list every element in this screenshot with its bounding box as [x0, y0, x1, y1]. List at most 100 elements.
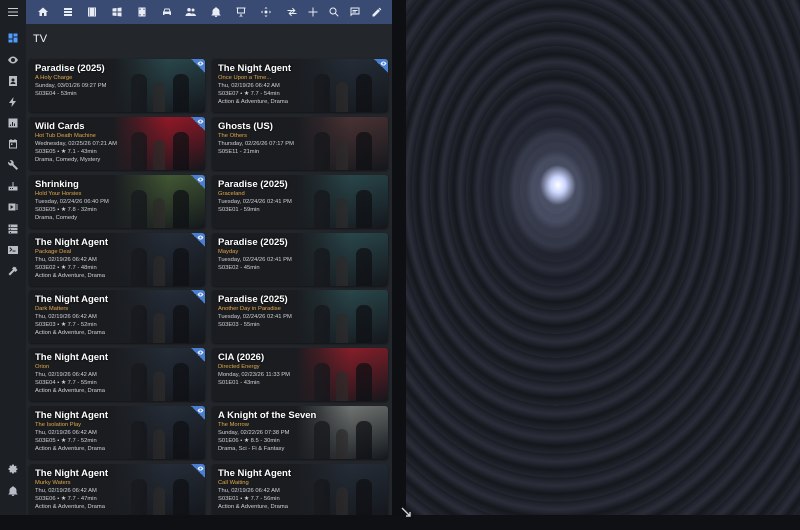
episode-card[interactable]: Wild Cards Hot Tub Death Machine Wednesday… — [29, 117, 205, 170]
episode-card[interactable]: Shrinking Hold Your Horsies Tuesday, 02/24… — [29, 175, 205, 228]
air-date: Thu, 02/19/26 06:42 AM — [35, 314, 97, 320]
wrench-icon[interactable] — [4, 156, 22, 174]
pencil-icon[interactable] — [368, 3, 386, 21]
episode-genres: Action & Adventure, Drama — [35, 388, 105, 394]
bell-icon[interactable] — [207, 3, 225, 21]
home-icon[interactable] — [34, 3, 52, 21]
gamepad-icon[interactable] — [257, 3, 275, 21]
video-icon[interactable] — [133, 3, 151, 21]
list-icon[interactable] — [59, 3, 77, 21]
desktop-wallpaper — [406, 0, 800, 515]
episode-name: Graceland — [218, 191, 245, 197]
episode-card[interactable]: Ghosts (US) The Others Thursday, 02/26/26 … — [212, 117, 388, 170]
episode-card[interactable]: The Night Agent The Isolation Play Thu, 02… — [29, 406, 205, 459]
server-icon[interactable] — [4, 220, 22, 238]
episode-genres: Action & Adventure, Drama — [35, 273, 105, 279]
episode-info: S03E01 • ★ 7.7 - 56min — [218, 496, 280, 502]
air-date: Wednesday, 02/25/26 07:21 AM — [35, 141, 117, 147]
episode-card[interactable]: A Knight of the Seven The Morrow Sunday, 0… — [212, 406, 388, 459]
episode-card[interactable]: CIA (2026) Directed Energy Monday, 02/23/2… — [212, 348, 388, 401]
dashboard-icon[interactable] — [4, 29, 22, 47]
episode-info: S03E02 - 45min — [218, 265, 260, 271]
people-icon[interactable] — [182, 3, 200, 21]
router-icon[interactable] — [4, 177, 22, 195]
search-icon[interactable] — [325, 3, 343, 21]
episode-genres: Action & Adventure, Drama — [218, 504, 288, 510]
episode-info: S03E07 • ★ 7.7 - 54min — [218, 91, 280, 97]
air-date: Thu, 02/19/26 06:42 AM — [35, 488, 97, 494]
presentation-icon[interactable] — [232, 3, 250, 21]
episode-card[interactable]: The Night Agent Murky Waters Thu, 02/19/26… — [29, 464, 205, 515]
episode-info: S01E01 - 43min — [218, 380, 260, 386]
episode-genres: Drama, Comedy — [35, 215, 78, 221]
film-icon[interactable] — [83, 3, 101, 21]
episode-info: S03E05 • ★ 7.8 - 32min — [35, 207, 97, 213]
episode-card[interactable]: Paradise (2025) Another Day in Paradise Tu… — [212, 290, 388, 343]
episode-info: S05E11 - 21min — [218, 149, 260, 155]
air-date: Tuesday, 02/24/26 02:41 PM — [218, 257, 292, 263]
transfer-icon[interactable] — [283, 3, 301, 21]
gear-icon[interactable] — [4, 460, 22, 478]
episode-card[interactable]: Paradise (2025) Mayday Tuesday, 02/24/26 0… — [212, 233, 388, 286]
air-date: Thursday, 02/26/26 07:17 PM — [218, 141, 294, 147]
episode-card[interactable]: The Night Agent Package Deal Thu, 02/19/26… — [29, 233, 205, 286]
watched-eye-icon — [191, 175, 205, 189]
terminal-icon[interactable] — [4, 241, 22, 259]
air-date: Monday, 02/23/26 11:33 PM — [218, 372, 290, 378]
contacts-icon[interactable] — [4, 72, 22, 90]
episode-name: Orion — [35, 364, 50, 370]
episode-name: Hold Your Horsies — [35, 191, 82, 197]
watched-eye-icon — [191, 233, 205, 247]
chart-icon[interactable] — [4, 114, 22, 132]
calendar-icon[interactable] — [4, 135, 22, 153]
episode-info: S03E05 • ★ 7.1 - 43min — [35, 149, 97, 155]
episode-card[interactable]: Paradise (2025) Graceland Tuesday, 02/24/2… — [212, 175, 388, 228]
episode-genres: Drama, Comedy, Mystery — [35, 157, 101, 163]
air-date: Tuesday, 02/24/26 02:41 PM — [218, 199, 292, 205]
episode-card[interactable]: Paradise (2025) A Holy Charge Sunday, 03/0… — [29, 59, 205, 112]
plus-icon[interactable] — [304, 3, 322, 21]
episode-info: S03E01 - 59min — [218, 207, 260, 213]
episode-info: S03E04 - 53min — [35, 91, 77, 97]
page-title: TV — [33, 33, 48, 45]
watched-eye-icon — [191, 406, 205, 420]
episode-card[interactable]: The Night Agent Dark Matters Thu, 02/19/26… — [29, 290, 205, 343]
notification-bell-icon[interactable] — [4, 482, 22, 500]
watched-eye-icon — [191, 290, 205, 304]
episode-name: The Isolation Play — [35, 422, 82, 428]
eye-icon[interactable] — [4, 51, 22, 69]
car-icon[interactable] — [158, 3, 176, 21]
episode-name: Dark Matters — [35, 306, 69, 312]
episode-name: The Morrow — [218, 422, 249, 428]
air-date: Thu, 02/19/26 06:42 AM — [35, 257, 97, 263]
media-icon[interactable] — [4, 198, 22, 216]
menu-icon[interactable] — [4, 3, 22, 21]
episode-name: Once Upon a Time... — [218, 75, 272, 81]
air-date: Sunday, 03/01/26 09:27 PM — [35, 83, 107, 89]
watched-eye-icon — [191, 348, 205, 362]
episode-card[interactable]: The Night Agent Call Waiting Thu, 02/19/26… — [212, 464, 388, 515]
episode-name: Directed Energy — [218, 364, 260, 370]
watched-eye-icon — [191, 464, 205, 478]
episode-info: S03E04 • ★ 7.7 - 55min — [35, 380, 97, 386]
episode-card[interactable]: The Night Agent Once Upon a Time... Thu, 0… — [212, 59, 388, 112]
air-date: Thu, 02/19/26 06:42 AM — [35, 372, 97, 378]
episode-genres: Drama, Sci - Fi & Fantasy — [218, 446, 285, 452]
episode-genres: Action & Adventure, Drama — [35, 330, 105, 336]
watched-eye-icon — [374, 59, 388, 73]
windows-icon[interactable] — [108, 3, 126, 21]
episode-name: Call Waiting — [218, 480, 249, 486]
episode-card[interactable]: The Night Agent Orion Thu, 02/19/26 06:42 … — [29, 348, 205, 401]
hammer-icon[interactable] — [4, 262, 22, 280]
watched-eye-icon — [191, 59, 205, 73]
air-date: Thu, 02/19/26 06:42 AM — [35, 430, 97, 436]
episode-info: S01E06 • ★ 8.5 - 30min — [218, 438, 280, 444]
lightning-icon[interactable] — [4, 93, 22, 111]
message-icon[interactable] — [346, 3, 364, 21]
tv-panel: TV Paradise (2025) A Holy Charge Sunday, 0… — [26, 24, 392, 515]
sidebar — [0, 0, 27, 515]
air-date: Sunday, 02/22/26 07:38 PM — [218, 430, 290, 436]
resize-handle-icon[interactable] — [400, 505, 412, 517]
top-toolbar — [26, 0, 392, 25]
watched-eye-icon — [191, 117, 205, 131]
